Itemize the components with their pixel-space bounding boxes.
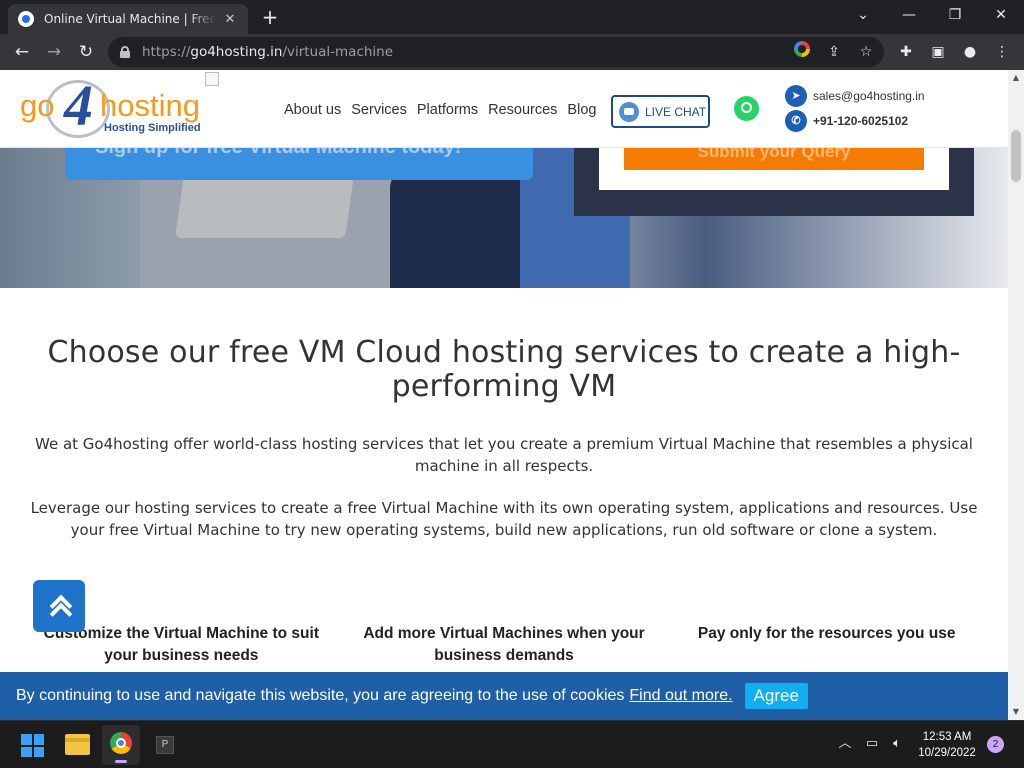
phone-text: +91-120-6025102	[813, 114, 909, 128]
tab-title: Online Virtual Machine | Free Online Vir…	[44, 12, 216, 26]
whatsapp-icon[interactable]	[734, 96, 759, 121]
page-scrollbar[interactable]: ▲ ▼	[1008, 70, 1024, 720]
nav-resources[interactable]: Resources	[488, 102, 557, 118]
close-window-button[interactable]: ✕	[986, 4, 1016, 26]
submit-query-button[interactable]: Submit your Query	[624, 148, 924, 170]
tab-close-icon[interactable]: ✕	[222, 12, 238, 27]
go4hosting-logo[interactable]: go 4 hosting Hosting Simplified	[20, 73, 205, 142]
google-lens-icon[interactable]	[794, 41, 810, 57]
logo-hosting: hosting	[100, 88, 200, 123]
restore-button[interactable]: ❐	[940, 4, 970, 26]
cookie-text: By continuing to use and navigate this w…	[16, 687, 625, 704]
tray-chevron-up-icon[interactable]: ︿	[836, 735, 854, 753]
contact-email[interactable]: ➤ sales@go4hosting.in	[785, 85, 925, 107]
signup-free-vm-button[interactable]: Sign up for free Virtual Machine today!	[65, 148, 533, 180]
clock-date: 10/29/2022	[918, 747, 976, 759]
lock-icon[interactable]	[120, 46, 130, 58]
page-viewport: Sign up for free Virtual Machine today! …	[0, 70, 1008, 720]
feature-add-more: Add more Virtual Machines when your busi…	[363, 625, 645, 664]
bookmark-star-icon[interactable]: ☆	[856, 42, 876, 62]
pinned-app-icon[interactable]: P	[156, 736, 174, 754]
site-header: go 4 hosting Hosting Simplified About us…	[0, 70, 1008, 148]
query-form-panel: Submit your Query	[574, 148, 974, 216]
back-arrow-icon[interactable]: ←	[10, 40, 34, 64]
clock-time: 12:53 AM	[922, 731, 972, 743]
phone-icon: ✆	[785, 110, 807, 132]
back-to-top-button[interactable]	[33, 580, 85, 632]
main-nav: About us Services Platforms Resources Bl…	[284, 102, 596, 118]
nav-blog[interactable]: Blog	[567, 102, 596, 118]
forward-arrow-icon[interactable]: →	[42, 40, 66, 64]
menu-kebab-icon[interactable]: ⋮	[992, 42, 1012, 62]
reload-icon[interactable]: ↻	[74, 40, 98, 64]
live-chat-button[interactable]: LIVE CHAT	[611, 95, 710, 128]
broken-image-icon	[205, 72, 219, 86]
chat-bubble-icon	[619, 101, 639, 122]
network-icon[interactable]: ▭	[863, 735, 881, 753]
logo-four: 4	[64, 73, 93, 138]
logo-tagline: Hosting Simplified	[104, 122, 201, 134]
windows-start-icon[interactable]	[21, 734, 44, 757]
share-icon[interactable]: ⇪	[824, 42, 844, 62]
feature-list: Customize the Virtual Machine to suit yo…	[20, 623, 988, 667]
side-panel-icon[interactable]: ▣	[928, 42, 948, 62]
url-text: https://go4hosting.in/virtual-machine	[142, 44, 394, 60]
scroll-up-arrow-icon[interactable]: ▲	[1008, 70, 1024, 86]
nav-about-us[interactable]: About us	[284, 102, 341, 118]
site-favicon-icon	[18, 11, 34, 27]
chrome-taskbar-button[interactable]	[102, 725, 140, 765]
scroll-thumb[interactable]	[1011, 130, 1021, 182]
extensions-puzzle-icon[interactable]: ✚	[896, 42, 916, 62]
logo-go: go	[20, 88, 55, 123]
active-app-indicator	[115, 760, 127, 763]
intro-paragraph: We at Go4hosting offer world-class hosti…	[35, 435, 973, 475]
profile-avatar-icon[interactable]: ●	[960, 42, 980, 62]
browser-tab-strip: Online Virtual Machine | Free Online Vir…	[0, 0, 1024, 34]
browser-tab-active[interactable]: Online Virtual Machine | Free Online Vir…	[8, 4, 248, 34]
query-form-box: Submit your Query	[599, 148, 949, 190]
browser-toolbar: ← → ↻ https://go4hosting.in/virtual-mach…	[0, 34, 1024, 70]
minimize-button[interactable]: —	[894, 4, 924, 26]
new-tab-button[interactable]: +	[258, 6, 282, 28]
chrome-icon	[110, 732, 132, 754]
cookie-find-out-more-link[interactable]: Find out more.	[629, 687, 732, 705]
detail-paragraph: Leverage our hosting services to create …	[30, 499, 978, 539]
windows-taskbar: P ︿ ▭ 🔈︎ 12:53 AM 10/29/2022 2	[0, 720, 1024, 768]
contact-phone[interactable]: ✆ +91-120-6025102	[785, 110, 908, 132]
cookie-consent-bar: By continuing to use and navigate this w…	[0, 672, 1008, 720]
file-explorer-icon[interactable]	[65, 734, 90, 755]
notification-badge[interactable]: 2	[987, 736, 1004, 753]
tab-search-icon[interactable]: ⌄	[848, 4, 878, 26]
system-clock[interactable]: 12:53 AM 10/29/2022	[912, 729, 982, 761]
telegram-send-icon: ➤	[785, 85, 807, 107]
scroll-down-arrow-icon[interactable]: ▼	[1008, 704, 1024, 720]
volume-icon[interactable]: 🔈︎	[888, 735, 906, 753]
nav-services[interactable]: Services	[351, 102, 407, 118]
live-chat-label: LIVE CHAT	[645, 104, 707, 119]
section-heading: Choose our free VM Cloud hosting service…	[47, 335, 961, 404]
feature-pay-per-use: Pay only for the resources you use	[697, 625, 956, 642]
hero-banner: Sign up for free Virtual Machine today! …	[0, 148, 1008, 288]
address-bar[interactable]: https://go4hosting.in/virtual-machine	[108, 37, 884, 67]
nav-platforms[interactable]: Platforms	[417, 102, 478, 118]
email-text: sales@go4hosting.in	[813, 89, 925, 103]
cookie-agree-button[interactable]: Agree	[744, 683, 808, 709]
